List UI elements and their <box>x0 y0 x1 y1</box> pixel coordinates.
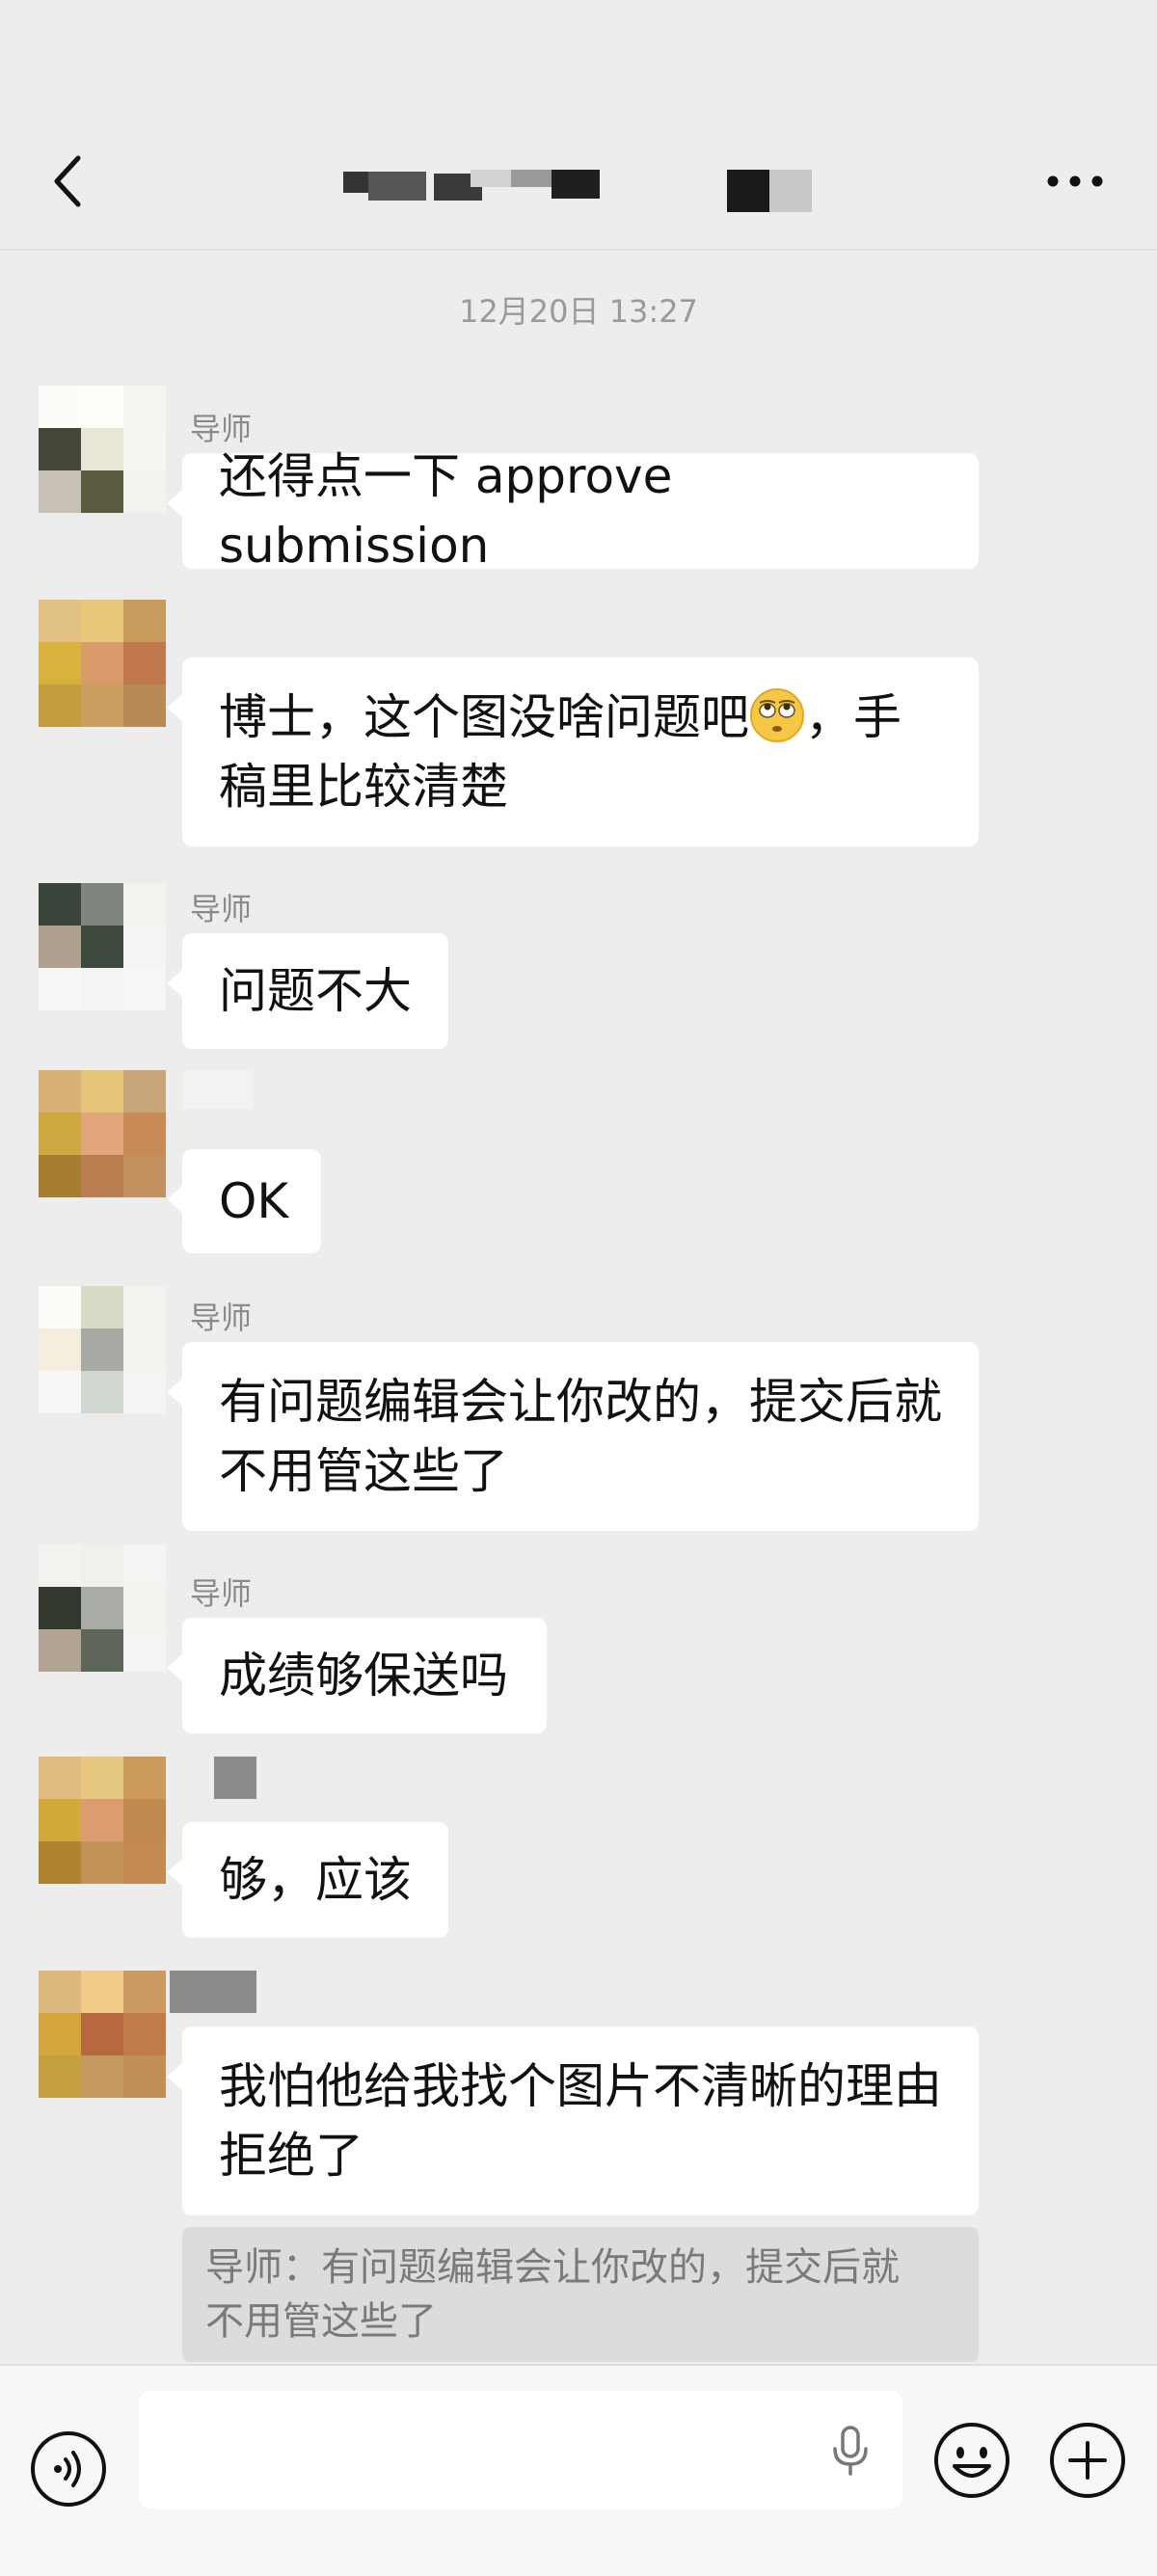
message-text: 博士，这个图没啥问题吧 ，手 稿里比较清楚 <box>219 683 901 821</box>
avatar[interactable] <box>39 883 166 1010</box>
mosaic-block <box>769 170 812 212</box>
quoted-reply-line: 不用管这些了 <box>205 2299 437 2344</box>
message-bubble[interactable]: 问题不大 <box>167 933 448 1049</box>
more-button[interactable] <box>1036 154 1114 207</box>
avatar[interactable] <box>39 1286 166 1413</box>
sender-name: 导师 <box>190 1575 253 1612</box>
mosaic-block <box>511 170 552 187</box>
message-text: 问题不大 <box>219 963 412 1019</box>
mosaic-block <box>343 172 368 193</box>
mosaic-block <box>368 172 426 201</box>
message-text: 成绩够保送吗 <box>219 1648 508 1704</box>
mosaic-block <box>727 170 769 212</box>
message-text-part: 我怕他给我找个图片不清晰的理由 <box>219 2058 942 2114</box>
sender-name: 导师 <box>190 1300 253 1336</box>
avatar[interactable] <box>39 1070 166 1197</box>
message-bubble[interactable]: 博士，这个图没啥问题吧 ，手 稿里比较清楚 <box>167 657 979 846</box>
message-text: OK <box>219 1173 289 1229</box>
chat-header <box>0 0 1157 251</box>
avatar[interactable] <box>39 1757 166 1884</box>
more-dots-icon <box>1047 175 1103 186</box>
message-text-part: 稿里比较清楚 <box>219 759 508 815</box>
sender-name: 导师 <box>190 891 253 927</box>
avatar[interactable] <box>39 1971 166 2098</box>
back-button[interactable] <box>39 145 96 217</box>
microphone-button[interactable] <box>821 2422 879 2480</box>
quoted-reply[interactable]: 导师：有问题编辑会让你改的，提交后就 不用管这些了 <box>182 2227 979 2362</box>
message-text: 够，应该 <box>219 1852 412 1908</box>
avatar[interactable] <box>39 1544 166 1672</box>
avatar[interactable] <box>39 600 166 727</box>
emoji-icon <box>934 2423 1009 2498</box>
plus-button[interactable] <box>1047 2420 1128 2501</box>
message-text-part: 博士，这个图没啥问题吧 <box>219 689 749 745</box>
message-text: 还得点一下 approve submission <box>219 448 673 574</box>
avatar[interactable] <box>39 386 166 513</box>
plus-icon <box>1050 2423 1125 2498</box>
rolling-eyes-emoji <box>750 688 804 742</box>
input-bar <box>0 2364 1157 2576</box>
message-bubble[interactable]: 成绩够保送吗 <box>167 1618 547 1733</box>
message-text-part: ，手 <box>805 689 901 745</box>
message-bubble[interactable]: 有问题编辑会让你改的，提交后就 不用管这些了 <box>167 1342 979 1531</box>
mosaic-block <box>552 170 600 199</box>
message-bubble[interactable]: 还得点一下 approve submission <box>167 448 979 574</box>
sender-name-obscured <box>183 1070 253 1109</box>
microphone-icon <box>833 2426 868 2476</box>
chevron-left-icon <box>54 155 81 206</box>
voice-mode-icon <box>31 2431 106 2507</box>
message-bubble[interactable]: 够，应该 <box>167 1822 448 1938</box>
chat-title-obscured <box>328 162 829 212</box>
message-text: 我怕他给我找个图片不清晰的理由 拒绝了 <box>219 2052 942 2190</box>
message-bubble[interactable]: 我怕他给我找个图片不清晰的理由 拒绝了 <box>167 2026 979 2215</box>
message-text-part: 不用管这些了 <box>219 1443 508 1499</box>
message-text: 有问题编辑会让你改的，提交后就 不用管这些了 <box>219 1367 942 1506</box>
message-text-part: 拒绝了 <box>219 2128 363 2184</box>
voice-mode-button[interactable] <box>29 2429 108 2509</box>
quoted-reply-line: 导师：有问题编辑会让你改的，提交后就 <box>205 2245 900 2290</box>
sender-name-obscured <box>170 1971 256 2013</box>
message-input[interactable] <box>139 2391 902 2509</box>
chat-timestamp: 12月20日 13:27 <box>459 293 698 330</box>
emoji-button[interactable] <box>931 2420 1012 2501</box>
message-text-part: 有问题编辑会让你改的，提交后就 <box>219 1374 942 1430</box>
sender-name-obscured <box>214 1757 256 1799</box>
message-bubble[interactable]: OK <box>167 1149 321 1253</box>
